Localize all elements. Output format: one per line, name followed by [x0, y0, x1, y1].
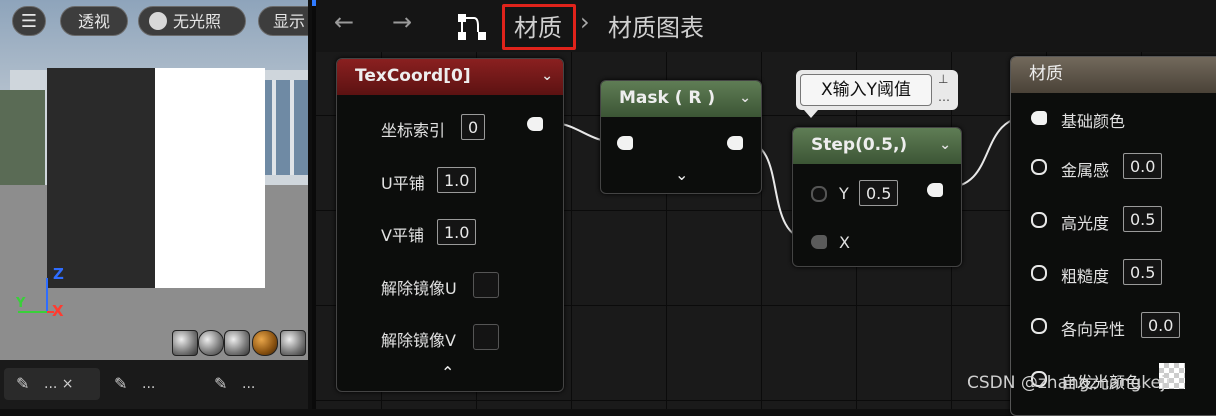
unmirror-u-checkbox[interactable] — [473, 272, 499, 298]
texcoord-output-pin[interactable] — [527, 117, 543, 131]
coordinate-index-label: 坐标索引 — [381, 121, 446, 140]
mask-input-pin[interactable] — [617, 136, 633, 150]
texcoord-node-header[interactable]: TexCoord[0] ⌄ — [337, 59, 563, 95]
mask-node-title: Mask ( R ) — [619, 88, 716, 108]
anisotropy-field[interactable]: 0.0 — [1141, 312, 1181, 338]
pin-comment-icon[interactable]: ⊥ — [938, 72, 948, 86]
unmirror-v-checkbox[interactable] — [473, 324, 499, 350]
watermark: CSDN @zhangzhangkeji — [967, 373, 1171, 393]
metallic-label: 金属感 — [1061, 161, 1110, 180]
more-icon[interactable]: … — [938, 90, 950, 104]
collapse-chevron-icon[interactable]: ⌃ — [441, 363, 454, 382]
base-color-pin[interactable] — [1031, 111, 1047, 125]
step-y-label: Y — [839, 184, 849, 203]
v-tiling-label: V平铺 — [381, 226, 424, 245]
comment-pointer — [804, 110, 818, 118]
unmirror-u-label: 解除镜像U — [381, 279, 457, 298]
material-node[interactable]: 材质 基础颜色 金属感 0.0 高光度 0.5 粗糙度 0.5 各向异性 0.0… — [1010, 56, 1216, 416]
texcoord-node[interactable]: TexCoord[0] ⌄ 坐标索引 0 U平铺 1.0 V平铺 1.0 解除镜… — [336, 58, 564, 392]
specular-pin[interactable] — [1031, 212, 1047, 228]
step-comment-text[interactable]: X输入Y阈值 — [800, 74, 932, 106]
unmirror-v-label: 解除镜像V — [381, 331, 456, 350]
step-y-field[interactable]: 0.5 — [859, 180, 899, 206]
step-output-pin[interactable] — [927, 183, 943, 197]
step-y-input-pin[interactable] — [811, 186, 827, 202]
mask-output-pin[interactable] — [727, 136, 743, 150]
anisotropy-pin[interactable] — [1031, 318, 1047, 334]
roughness-label: 粗糙度 — [1061, 267, 1110, 286]
u-tiling-label: U平铺 — [381, 174, 425, 193]
texcoord-node-title: TexCoord[0] — [355, 66, 471, 86]
anisotropy-label: 各向异性 — [1061, 320, 1126, 339]
step-node-header[interactable]: Step(0.5,) ⌄ — [793, 128, 961, 164]
specular-field[interactable]: 0.5 — [1123, 206, 1163, 232]
v-tiling-field[interactable]: 1.0 — [437, 219, 477, 245]
u-tiling-field[interactable]: 1.0 — [437, 167, 477, 193]
material-node-header[interactable]: 材质 — [1011, 57, 1216, 93]
step-node-title: Step(0.5,) — [811, 135, 908, 155]
specular-label: 高光度 — [1061, 214, 1110, 233]
expand-chevron-icon[interactable]: ⌄ — [675, 165, 688, 184]
roughness-pin[interactable] — [1031, 265, 1047, 281]
mask-node-header[interactable]: Mask ( R ) ⌄ — [601, 81, 761, 117]
metallic-field[interactable]: 0.0 — [1123, 153, 1163, 179]
chevron-down-icon[interactable]: ⌄ — [939, 128, 951, 162]
step-node[interactable]: Step(0.5,) ⌄ Y 0.5 X — [792, 127, 962, 267]
material-node-title: 材质 — [1029, 64, 1063, 84]
step-x-label: X — [839, 233, 850, 252]
chevron-down-icon[interactable]: ⌄ — [739, 81, 751, 115]
roughness-field[interactable]: 0.5 — [1123, 259, 1163, 285]
mask-node[interactable]: Mask ( R ) ⌄ ⌄ — [600, 80, 762, 194]
coordinate-index-field[interactable]: 0 — [461, 114, 486, 140]
metallic-pin[interactable] — [1031, 159, 1047, 175]
chevron-down-icon[interactable]: ⌄ — [541, 59, 553, 93]
base-color-label: 基础颜色 — [1061, 112, 1126, 131]
step-x-input-pin[interactable] — [811, 235, 827, 249]
